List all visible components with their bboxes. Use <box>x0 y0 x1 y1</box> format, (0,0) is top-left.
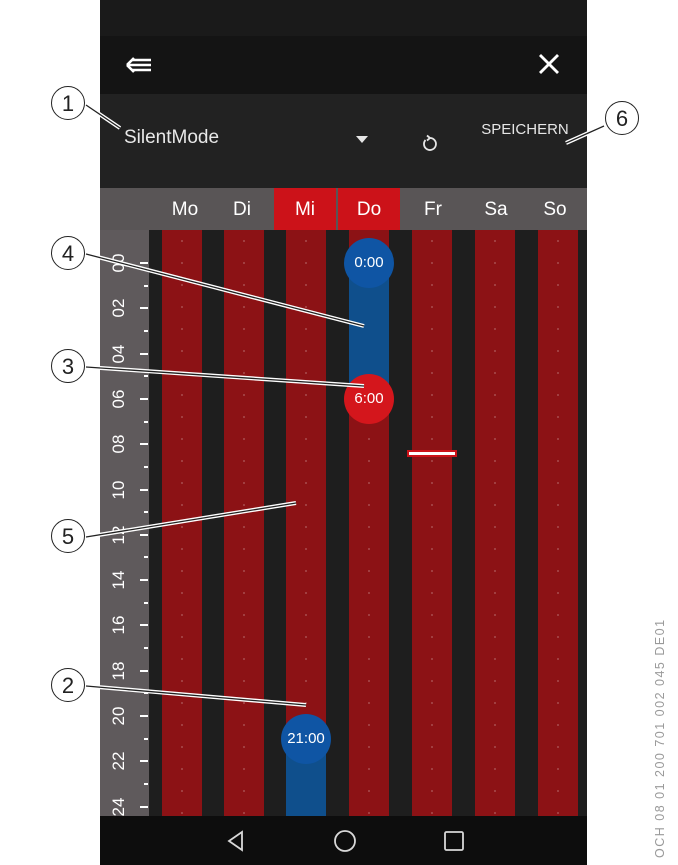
nav-home-icon <box>334 830 356 852</box>
nav-back-icon <box>227 830 243 852</box>
callout-6: 6 <box>605 101 639 135</box>
phone-screen: SilentMode SPEICHERN Mo Di Mi Do Fr Sa So 00 02… <box>100 0 587 865</box>
day-header-0[interactable]: Mo <box>154 188 216 230</box>
callout-3: 3 <box>51 349 85 383</box>
callout-5: 5 <box>51 519 85 553</box>
time-axis-label: 08 <box>109 434 128 454</box>
time-axis-tick <box>140 352 148 355</box>
time-axis-tick <box>140 443 148 446</box>
toolbar: SilentMode SPEICHERN <box>100 94 587 188</box>
day-header-4[interactable]: Fr <box>402 188 464 230</box>
time-axis-minor-tick <box>144 601 148 604</box>
time-axis-minor-tick <box>144 556 148 559</box>
day-header-6[interactable]: So <box>524 188 586 230</box>
time-axis-label: 10 <box>109 480 128 499</box>
nav-home-button[interactable] <box>332 828 358 854</box>
back-arrow-icon <box>126 57 151 73</box>
save-button[interactable]: SPEICHERN <box>478 120 572 160</box>
close-icon <box>539 54 559 74</box>
schedule-grid: 0:00 6:00 21:00 <box>149 230 587 816</box>
time-axis-label: 06 <box>109 389 128 409</box>
time-handle-start[interactable]: 0:00 <box>344 238 394 288</box>
mode-value: SilentMode <box>124 127 220 148</box>
time-axis-minor-tick <box>144 420 148 423</box>
callout-1: 1 <box>51 86 85 120</box>
time-axis-label: 20 <box>109 706 128 726</box>
day-column-5[interactable] <box>475 230 515 816</box>
time-axis-tick <box>140 805 148 808</box>
time-axis-tick <box>140 715 148 717</box>
app-bar <box>100 36 587 94</box>
column-grid-dots <box>494 230 496 816</box>
day-header-2[interactable]: Mi <box>274 188 336 230</box>
time-handle-end[interactable]: 6:00 <box>344 373 394 424</box>
system-nav-bar <box>100 816 587 865</box>
time-axis-minor-tick <box>144 782 148 785</box>
reset-button[interactable] <box>418 132 442 156</box>
time-handle-start[interactable]: 21:00 <box>281 713 331 764</box>
time-axis-label: 04 <box>109 344 128 364</box>
day-column-1[interactable] <box>224 230 264 816</box>
time-axis-label: 22 <box>109 751 128 771</box>
column-grid-dots <box>243 230 245 816</box>
time-axis-minor-tick <box>144 647 148 650</box>
day-column-6[interactable] <box>538 230 578 816</box>
back-button[interactable] <box>124 50 154 80</box>
nav-recents-button[interactable] <box>441 828 467 854</box>
callout-4: 4 <box>51 236 85 270</box>
time-axis-minor-tick <box>144 465 148 468</box>
days-header: Mo Di Mi Do Fr Sa So <box>100 188 587 230</box>
document-reference: OCH 08 01 200 701 002 045 DE01 <box>653 618 667 858</box>
time-axis-label: 14 <box>109 570 128 590</box>
time-axis-tick <box>140 533 148 536</box>
time-axis-label: 02 <box>109 298 128 318</box>
column-grid-dots <box>431 230 433 816</box>
time-axis-tick <box>140 579 148 582</box>
time-axis-minor-tick <box>144 329 148 332</box>
day-header-1[interactable]: Di <box>211 188 273 230</box>
time-axis-minor-tick <box>144 511 148 514</box>
mode-dropdown[interactable]: SilentMode <box>122 124 382 154</box>
time-axis-label: 00 <box>109 253 128 273</box>
nav-back-button[interactable] <box>223 828 249 854</box>
insert-marker[interactable] <box>407 450 457 458</box>
close-button[interactable] <box>534 49 564 79</box>
time-axis-minor-tick <box>144 692 148 695</box>
chevron-down-icon <box>356 136 368 143</box>
column-grid-dots <box>181 230 183 816</box>
time-axis-minor-tick <box>144 737 148 740</box>
time-axis-minor-tick <box>144 375 148 378</box>
refresh-icon <box>423 134 437 151</box>
day-header-5[interactable]: Sa <box>465 188 527 230</box>
time-axis-tick <box>140 488 148 491</box>
time-axis-tick <box>140 760 148 763</box>
time-axis-label: 12 <box>109 525 128 545</box>
column-grid-dots <box>557 230 559 816</box>
time-axis-tick <box>140 262 148 264</box>
time-axis-tick <box>140 307 148 310</box>
day-column-0[interactable] <box>162 230 202 816</box>
time-axis-minor-tick <box>144 284 148 287</box>
callout-2: 2 <box>51 668 85 702</box>
time-axis: 00 02 04 06 08 10 12 14 16 18 20 22 24 <box>100 230 149 816</box>
nav-recents-icon <box>444 831 464 851</box>
time-axis-label: 18 <box>109 661 128 681</box>
time-axis-label: 16 <box>109 615 128 635</box>
day-header-3[interactable]: Do <box>338 188 400 230</box>
time-axis-tick <box>140 669 148 672</box>
status-bar <box>100 0 587 36</box>
day-column-4[interactable] <box>412 230 452 816</box>
time-axis-tick <box>140 624 148 627</box>
time-axis-tick <box>140 397 148 400</box>
